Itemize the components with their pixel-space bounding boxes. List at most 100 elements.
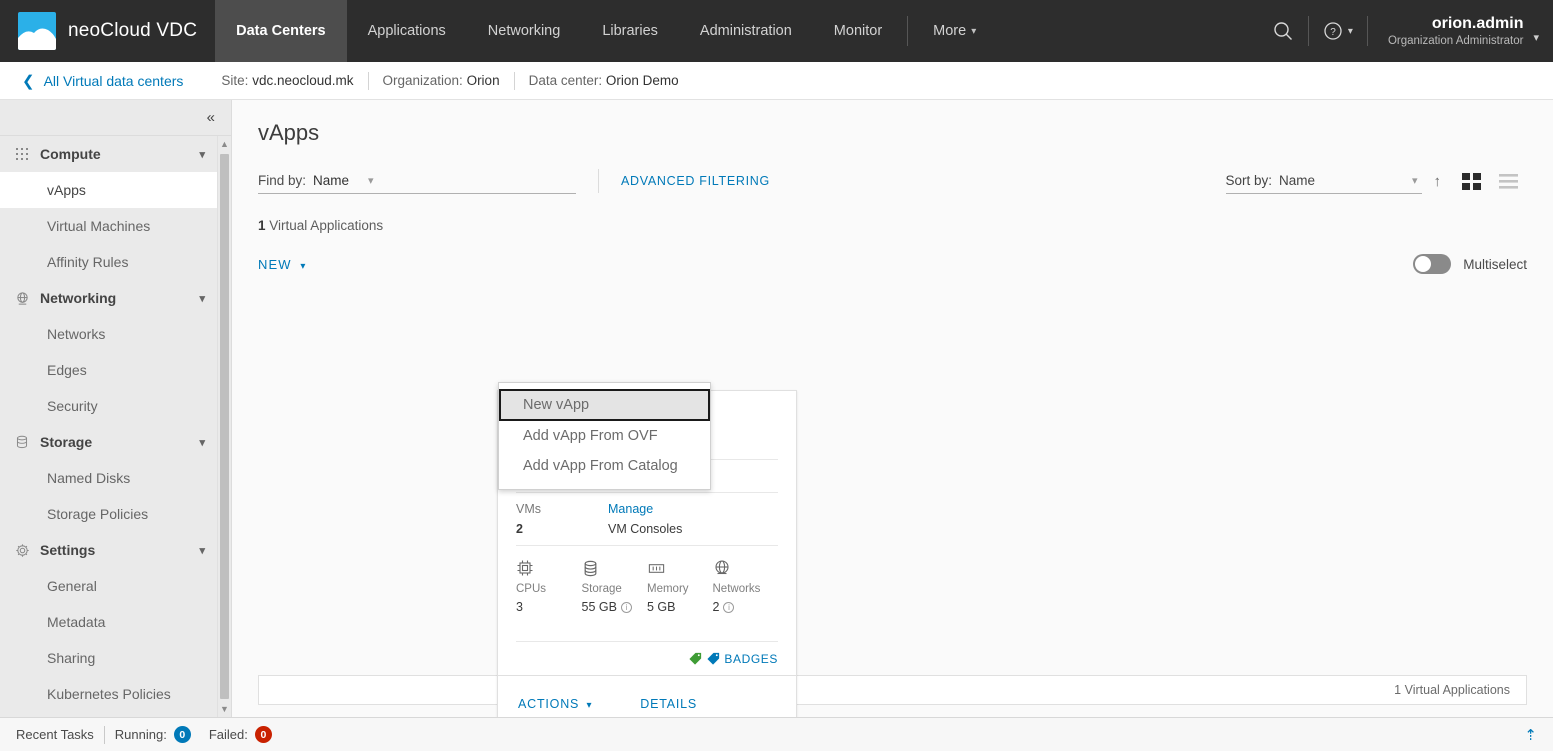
breadcrumb: ❮ All Virtual data centers Site: vdc.neo… [0,62,1553,100]
sidebar-item-kubernetes-policies[interactable]: Kubernetes Policies [0,676,217,712]
toggle-knob [1415,256,1432,272]
multiselect-toggle[interactable]: Multiselect [1413,254,1527,274]
sort-by-select[interactable]: Sort by: Name ▾ [1225,168,1422,194]
header-divider-2 [1366,16,1368,46]
sidebar-item-networks[interactable]: Networks [0,316,217,352]
nav-item-applications[interactable]: Applications [347,0,467,62]
vapp-stat-memory-label: Memory [647,583,689,595]
nav-item-libraries[interactable]: Libraries [581,0,679,62]
nav-item-more[interactable]: More ▾ [912,0,997,62]
vapp-vms-key: VMs [516,502,541,516]
toggle-switch[interactable] [1413,254,1452,274]
badge-tag-green-icon [689,652,702,665]
collapse-left-icon[interactable]: « [207,110,215,125]
pagination-wrap: 1 Virtual Applications [232,675,1553,717]
results-count-number: 1 [258,218,266,233]
sidebar: « Compute ▾ vApps Virtual Machines Affin… [0,100,232,717]
sidebar-group-networking-label: Networking [40,290,117,306]
grid-view-icon[interactable] [1453,171,1490,192]
memory-icon [647,558,713,578]
sidebar-group-compute[interactable]: Compute ▾ [0,136,217,172]
scroll-down-icon[interactable]: ▼ [220,701,229,717]
new-dropdown-menu[interactable]: New vApp Add vApp From OVF Add vApp From… [498,382,711,490]
arrow-up-icon[interactable]: ↑ [1422,173,1454,190]
scroll-up-icon[interactable]: ▲ [220,136,229,152]
vapp-card-vms-row: VMs 2 Manage VM Consoles [516,492,778,545]
sidebar-item-named-disks[interactable]: Named Disks [0,460,217,496]
nav-item-administration[interactable]: Administration [679,0,813,62]
chevron-down-icon: ▾ [199,292,205,305]
chevron-left-icon: ❮ [22,72,35,90]
sidebar-item-affinity-rules[interactable]: Affinity Rules [0,244,217,280]
vapp-card-footer: ACTIONS ▾ DETAILS [498,675,796,717]
results-count-label: Virtual Applications [269,218,384,233]
recent-tasks-link[interactable]: Recent Tasks [16,727,94,742]
sidebar-scrollbar[interactable]: ▲ ▼ [217,136,231,717]
sidebar-item-metadata[interactable]: Metadata [0,604,217,640]
scrollbar-thumb[interactable] [220,154,229,699]
breadcrumb-site-value: vdc.neocloud.mk [252,73,354,88]
badge-tag-blue-icon [707,652,720,665]
help-icon[interactable]: ? ▾ [1323,21,1353,41]
vapp-stat-storage-value: 55 GB i [582,600,648,614]
failed-tasks-status: Failed: 0 [209,726,272,743]
nav-item-monitor[interactable]: Monitor [813,0,903,62]
sidebar-item-virtual-machines[interactable]: Virtual Machines [0,208,217,244]
vapp-stat-networks-label: Networks [712,583,761,595]
pagination-text: 1 Virtual Applications [1394,683,1510,697]
vapp-stats: CPUs 3 Storage 55 GB i Memory 5 GB Netwo… [516,545,778,624]
main-inner: vApps Find by: Name ▾ ADVANCED FILTERING… [232,100,1553,717]
sidebar-item-edges[interactable]: Edges [0,352,217,388]
search-icon[interactable] [1272,20,1294,42]
breadcrumb-item-organization: Organization: Orion [369,73,514,88]
sidebar-group-storage-label: Storage [40,434,93,450]
info-icon[interactable]: i [723,601,735,613]
sidebar-header: « [0,100,231,136]
results-count: 1 Virtual Applications [258,218,1527,233]
vapp-stat-cpus: CPUs 3 [516,558,582,614]
sidebar-item-general[interactable]: General [0,568,217,604]
running-count-badge: 0 [173,726,191,743]
menu-item-new-vapp[interactable]: New vApp [499,389,710,421]
user-role: Organization Administrator [1387,34,1524,47]
manage-link[interactable]: Manage [608,502,682,516]
sidebar-group-storage[interactable]: Storage ▾ [0,424,217,460]
badges-label[interactable]: BADGES [724,652,778,666]
sidebar-item-security[interactable]: Security [0,388,217,424]
pagination-bar: 1 Virtual Applications [258,675,1527,705]
chevron-down-icon: ▾ [586,699,593,711]
sidebar-item-sharing[interactable]: Sharing [0,640,217,676]
sidebar-group-settings[interactable]: Settings ▾ [0,532,217,568]
advanced-filtering-button[interactable]: ADVANCED FILTERING [621,174,770,188]
vapp-details-button[interactable]: DETAILS [640,697,697,711]
chevron-double-up-icon[interactable]: ⇡ [1524,726,1537,744]
sort-by-label: Sort by: [1225,173,1273,188]
main-content: vApps Find by: Name ▾ ADVANCED FILTERING… [232,100,1553,717]
new-button[interactable]: NEW ▾ [258,257,306,272]
menu-item-add-vapp-from-catalog[interactable]: Add vApp From Catalog [499,451,710,481]
find-by-select[interactable]: Find by: Name ▾ [258,168,576,194]
list-view-icon[interactable] [1490,171,1527,192]
vm-consoles-link[interactable]: VM Consoles [608,522,682,536]
vapp-vms-links: Manage VM Consoles [608,502,682,536]
nav-item-data-centers[interactable]: Data Centers [215,0,347,62]
vapp-actions-button[interactable]: ACTIONS ▾ [518,697,592,711]
page-title: vApps [258,120,320,145]
user-menu[interactable]: orion.admin Organization Administrator ▾ [1382,14,1539,48]
nav-item-networking[interactable]: Networking [467,0,582,62]
info-icon[interactable]: i [620,601,632,613]
vapp-actions-label: ACTIONS [518,696,580,711]
menu-item-add-vapp-from-ovf[interactable]: Add vApp From OVF [499,421,710,451]
multiselect-label: Multiselect [1463,256,1527,272]
find-by-value: Name [313,173,350,188]
brand-name: neoCloud VDC [68,20,198,41]
breadcrumb-item-datacenter: Data center: Orion Demo [515,73,693,88]
sidebar-item-vapps[interactable]: vApps [0,172,217,208]
new-button-label: NEW [258,256,292,272]
breadcrumb-back-link[interactable]: ❮ All Virtual data centers [22,72,183,90]
brand-logo[interactable]: neoCloud VDC [0,0,215,62]
top-navigation-bar: neoCloud VDC Data Centers Applications N… [0,0,1553,62]
sidebar-item-storage-policies[interactable]: Storage Policies [0,496,217,532]
vapp-badges-row[interactable]: BADGES [516,641,778,675]
sidebar-group-networking[interactable]: Networking ▾ [0,280,217,316]
